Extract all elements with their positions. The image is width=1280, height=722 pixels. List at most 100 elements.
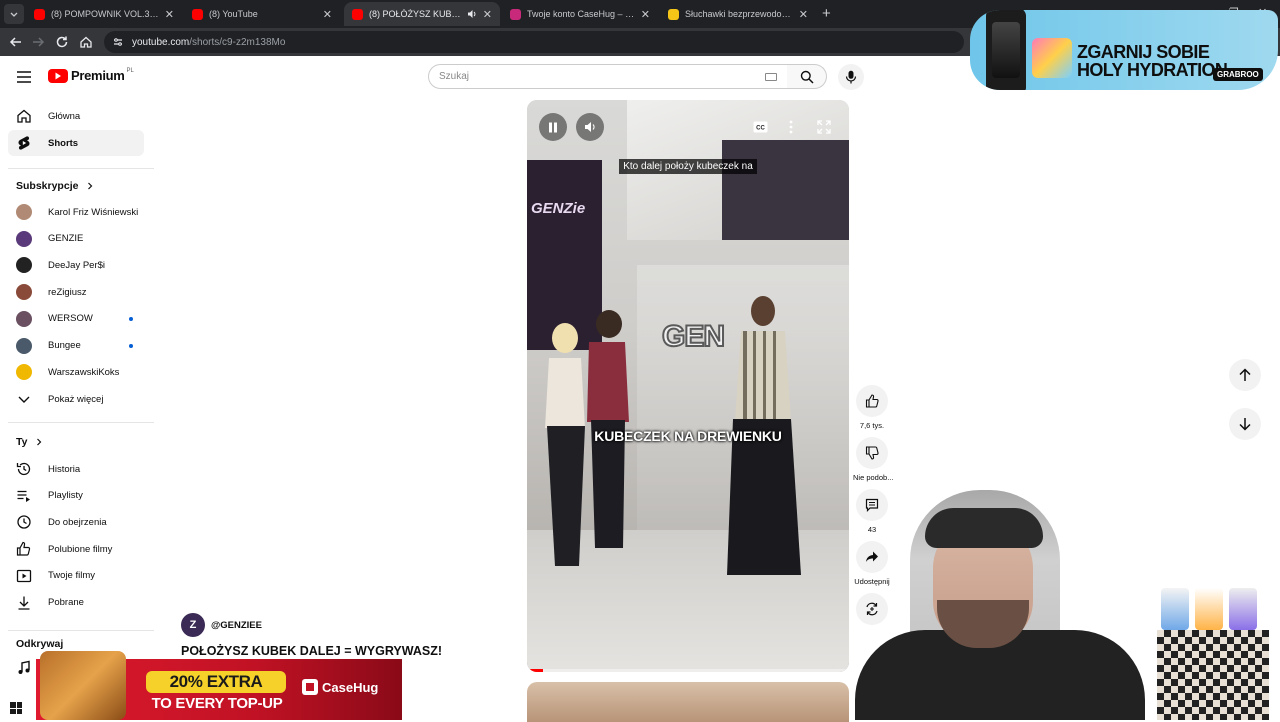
youtube-play-icon bbox=[48, 68, 68, 83]
chevron-down-icon bbox=[10, 12, 18, 17]
sidebar-subscription-item[interactable]: reZigiusz bbox=[8, 279, 144, 305]
volume-button[interactable] bbox=[576, 113, 604, 141]
subscriptions-title: Subskrypcje bbox=[16, 180, 79, 192]
back-icon[interactable] bbox=[8, 34, 24, 50]
more-options-icon[interactable] bbox=[789, 120, 793, 134]
previous-short-button[interactable] bbox=[1229, 359, 1261, 391]
sidebar-item-playlists[interactable]: Playlisty bbox=[8, 483, 144, 509]
sidebar-item-label: Bungee bbox=[48, 340, 81, 351]
channel-avatar bbox=[16, 284, 32, 301]
tab-audio-icon[interactable] bbox=[467, 9, 477, 19]
show-more-label: Pokaż więcej bbox=[48, 393, 104, 405]
tab-favicon-icon bbox=[192, 8, 203, 20]
home-icon bbox=[17, 109, 31, 123]
video-progress-bar[interactable] bbox=[527, 669, 849, 672]
sidebar-item-watch-later[interactable]: Do obejrzenia bbox=[8, 509, 144, 535]
sidebar-item-label: Historia bbox=[48, 463, 81, 475]
search-input[interactable]: Szukaj bbox=[428, 64, 788, 89]
streamer-webcam bbox=[855, 490, 1155, 720]
sponsor-merch-image bbox=[1157, 588, 1269, 720]
sidebar-item-like[interactable]: Polubione filmy bbox=[8, 536, 144, 562]
close-tab-icon[interactable]: ✕ bbox=[165, 8, 174, 21]
channel-info[interactable]: Z @GENZIEE bbox=[181, 613, 262, 637]
likes-count: 7,6 tys. bbox=[859, 421, 885, 430]
channel-avatar bbox=[16, 230, 32, 247]
browser-tab[interactable]: Twoje konto CaseHug – Ekwipu ✕ bbox=[502, 2, 658, 26]
music-icon[interactable] bbox=[16, 660, 32, 676]
windows-start-icon[interactable] bbox=[10, 702, 22, 714]
sidebar-item-shorts[interactable]: Shorts bbox=[8, 130, 144, 156]
browser-tab[interactable]: (8) POŁÓŻYSZ KUBEK DALEJ ✕ bbox=[344, 2, 500, 26]
channel-avatar[interactable]: Z bbox=[181, 613, 205, 637]
browser-tab[interactable]: Słuchawki bezprzewodowe - Pl ✕ bbox=[660, 2, 816, 26]
omnibox[interactable]: youtube.com/shorts/c9-z2m138Mo bbox=[104, 31, 964, 53]
sidebar-item-label: Główna bbox=[48, 110, 81, 122]
keyboard-icon[interactable] bbox=[765, 72, 777, 81]
sidebar-subscription-item[interactable]: WarszawskiKoks bbox=[8, 359, 144, 385]
sidebar-item-label: GENZIE bbox=[48, 233, 84, 245]
channel-avatar bbox=[16, 204, 32, 220]
arrow-down-icon bbox=[1239, 418, 1251, 431]
dislike-button[interactable] bbox=[856, 437, 888, 469]
reload-icon[interactable] bbox=[54, 34, 70, 50]
sidebar-subscription-item[interactable]: DeeJay Per$i bbox=[8, 252, 144, 278]
sidebar-item-your-videos[interactable]: Twoje filmy bbox=[8, 563, 144, 589]
you-header[interactable]: Ty bbox=[16, 436, 43, 448]
home-browser-icon[interactable] bbox=[78, 34, 94, 50]
close-tab-icon[interactable]: ✕ bbox=[641, 8, 650, 21]
search-button[interactable] bbox=[787, 64, 827, 89]
like-button[interactable] bbox=[856, 385, 888, 417]
chevron-right-icon bbox=[88, 182, 93, 190]
close-tab-icon[interactable]: ✕ bbox=[323, 8, 332, 21]
pause-button[interactable] bbox=[539, 113, 567, 141]
sidebar-item-history[interactable]: Historia bbox=[8, 456, 144, 482]
chevron-down-icon bbox=[18, 396, 30, 403]
youtube-logo[interactable]: Premium PL bbox=[48, 68, 134, 83]
menu-icon[interactable] bbox=[16, 70, 32, 84]
browser-tab[interactable]: (8) POMPOWNIK VOL.3 - DROP ✕ bbox=[26, 2, 182, 26]
logo-region: PL bbox=[126, 67, 134, 74]
explore-header: Odkrywaj bbox=[16, 638, 63, 650]
close-tab-icon[interactable]: ✕ bbox=[799, 8, 808, 21]
sidebar-divider bbox=[8, 630, 154, 631]
sidebar-subscription-item[interactable]: Bungee bbox=[8, 333, 144, 359]
voice-search-button[interactable] bbox=[838, 64, 864, 90]
sponsor-offer-detail: TO EVERY TOP-UP bbox=[151, 695, 283, 712]
fullscreen-icon[interactable] bbox=[817, 120, 831, 134]
shorts-player[interactable]: GENZie GEN Kto dalej położy kubeczek na … bbox=[527, 100, 849, 672]
sponsor-brand: CaseHug bbox=[302, 679, 378, 695]
download-icon bbox=[18, 596, 30, 610]
new-tab-button[interactable]: + bbox=[822, 5, 831, 22]
subscriptions-header[interactable]: Subskrypcje bbox=[16, 180, 94, 192]
like-action[interactable]: 7,6 tys. bbox=[853, 385, 891, 430]
channel-name[interactable]: @GENZIEE bbox=[211, 620, 262, 631]
dislike-action[interactable]: Nie podob... bbox=[853, 437, 893, 482]
site-info-icon[interactable] bbox=[112, 36, 124, 48]
next-short-preview[interactable] bbox=[527, 682, 849, 722]
treasure-chest-image bbox=[40, 651, 126, 720]
close-tab-icon[interactable]: ✕ bbox=[483, 8, 492, 21]
channel-avatar bbox=[16, 337, 32, 354]
tab-title: Twoje konto CaseHug – Ekwipu bbox=[527, 9, 635, 19]
forward-icon[interactable] bbox=[30, 34, 46, 50]
tab-favicon-icon bbox=[510, 8, 521, 20]
sidebar-item-label: Twoje filmy bbox=[48, 570, 95, 582]
tab-favicon-icon bbox=[668, 8, 679, 20]
sidebar-item-home[interactable]: Główna bbox=[8, 103, 144, 129]
show-more-button[interactable]: Pokaż więcej bbox=[8, 386, 144, 412]
shaker-bottle-label bbox=[992, 22, 1020, 78]
webcam-hair bbox=[925, 508, 1043, 548]
sidebar-subscription-item[interactable]: WERSOW bbox=[8, 306, 144, 332]
playlists-icon bbox=[17, 490, 30, 502]
shorts-icon bbox=[18, 136, 30, 150]
tab-search-button[interactable] bbox=[4, 4, 24, 24]
you-title: Ty bbox=[16, 436, 28, 448]
sidebar-subscription-item[interactable]: GENZIE bbox=[8, 226, 144, 252]
captions-icon[interactable]: CC bbox=[753, 121, 768, 133]
merch-can bbox=[1161, 588, 1189, 630]
browser-tab[interactable]: (8) YouTube ✕ bbox=[184, 2, 340, 26]
sidebar-subscription-item[interactable]: Karol Friz Wiśniewski bbox=[8, 199, 144, 225]
product-cans-image bbox=[1032, 38, 1072, 78]
sidebar-item-download[interactable]: Pobrane bbox=[8, 590, 144, 616]
next-short-button[interactable] bbox=[1229, 408, 1261, 440]
